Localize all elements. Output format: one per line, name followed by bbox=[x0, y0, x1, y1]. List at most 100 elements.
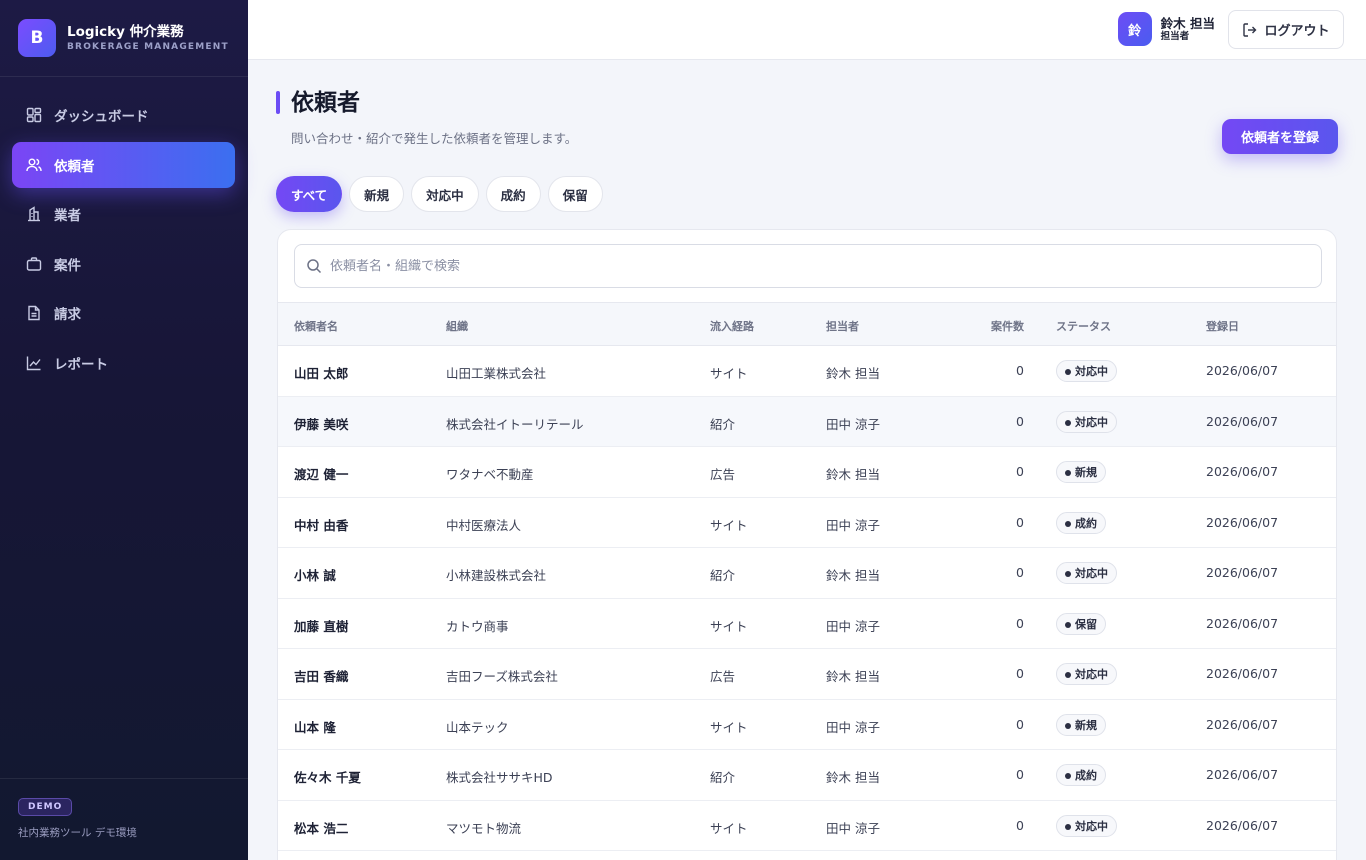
register-client-button[interactable]: 依頼者を登録 bbox=[1222, 119, 1338, 154]
client-registered-date: 2026/06/07 bbox=[1206, 363, 1279, 378]
user-menu[interactable]: 鈴 鈴木 担当 担当者 bbox=[1117, 12, 1215, 46]
column-header-owner[interactable]: 担当者 bbox=[826, 318, 859, 334]
client-organization: 株式会社イトーリテール bbox=[446, 416, 584, 432]
tab-all[interactable]: すべて bbox=[276, 176, 343, 212]
logout-label: ログアウト bbox=[1264, 24, 1330, 39]
dashboard-icon bbox=[26, 107, 42, 123]
client-owner: 田中 涼子 bbox=[826, 719, 880, 735]
client-case-count: 0 bbox=[1016, 514, 1024, 530]
client-case-count: 0 bbox=[1016, 817, 1024, 833]
table-row[interactable]: 伊藤 美咲 株式会社イトーリテール 紹介 田中 涼子 0 対応中 2026/06… bbox=[278, 396, 1336, 447]
sidebar-item-reports[interactable]: レポート bbox=[12, 340, 235, 386]
client-name[interactable]: 中村 由香 bbox=[294, 515, 348, 534]
client-name[interactable]: 吉田 香織 bbox=[294, 666, 348, 685]
brand-logo: B bbox=[18, 19, 56, 57]
top-header: 鈴 鈴木 担当 担当者 ログアウト bbox=[248, 0, 1366, 60]
client-registered-date: 2026/06/07 bbox=[1206, 767, 1279, 782]
client-owner: 鈴木 担当 bbox=[826, 669, 880, 684]
table-row[interactable]: 吉田 香織 吉田フーズ株式会社 広告 鈴木 担当 0 対応中 2026/06/0… bbox=[278, 649, 1336, 700]
table-header: 依頼者名 組織 流入経路 担当者 案件数 ステータス 登録日 bbox=[278, 302, 1336, 346]
sidebar-item-label: 案件 bbox=[54, 257, 81, 274]
sidebar-item-label: 業者 bbox=[54, 208, 81, 224]
client-owner: 鈴木 担当 bbox=[826, 568, 880, 583]
client-case-count: 0 bbox=[1016, 464, 1024, 479]
column-header-registered-date[interactable]: 登録日 bbox=[1206, 318, 1239, 334]
client-organization: 株式会社ササキHD bbox=[446, 770, 553, 785]
sidebar-footer: DEMO 社内業務ツール デモ環境 bbox=[0, 778, 248, 860]
client-name[interactable]: 松本 浩二 bbox=[294, 818, 348, 837]
table-row[interactable]: 渡辺 健一 ワタナベ不動産 広告 鈴木 担当 0 新規 2026/06/07 bbox=[278, 447, 1336, 498]
search-input[interactable] bbox=[330, 258, 1310, 274]
status-badge: 対応中 bbox=[1056, 360, 1117, 382]
client-organization: 中村医療法人 bbox=[446, 517, 522, 533]
client-name[interactable]: 小林 誠 bbox=[294, 565, 336, 584]
client-registered-date: 2026/06/07 bbox=[1206, 565, 1279, 580]
brand[interactable]: B Logicky 仲介業務 BROKERAGE MANAGEMENT bbox=[0, 0, 248, 77]
tab-in-progress[interactable]: 対応中 bbox=[411, 176, 479, 212]
client-owner: 鈴木 担当 bbox=[826, 770, 880, 785]
table-row[interactable]: 中村 由香 中村医療法人 サイト 田中 涼子 0 成約 2026/06/07 bbox=[278, 498, 1336, 548]
table-row[interactable]: 山本 隆 山本テック サイト 田中 涼子 0 新規 2026/06/07 bbox=[278, 700, 1336, 750]
client-name[interactable]: 佐々木 千夏 bbox=[294, 767, 361, 786]
client-source: サイト bbox=[710, 820, 748, 836]
clients-card: 依頼者名 組織 流入経路 担当者 案件数 ステータス 登録日 山田 太郎 山田工… bbox=[277, 229, 1337, 860]
page-heading: 依頼者 bbox=[276, 89, 360, 118]
sidebar-item-cases[interactable]: 案件 bbox=[12, 241, 235, 287]
tab-closed[interactable]: 成約 bbox=[485, 176, 541, 212]
column-header-name[interactable]: 依頼者名 bbox=[294, 318, 338, 334]
status-badge: 新規 bbox=[1056, 461, 1106, 483]
client-name[interactable]: 山田 太郎 bbox=[294, 363, 348, 382]
search-box[interactable] bbox=[294, 244, 1322, 288]
client-name[interactable]: 加藤 直樹 bbox=[294, 616, 348, 635]
tab-new[interactable]: 新規 bbox=[349, 176, 405, 212]
table-row[interactable]: 佐々木 千夏 株式会社ササキHD 紹介 鈴木 担当 0 成約 2026/06/0… bbox=[278, 750, 1336, 801]
status-badge: 対応中 bbox=[1056, 814, 1117, 837]
client-organization: 吉田フーズ株式会社 bbox=[446, 669, 558, 684]
briefcase-icon bbox=[26, 256, 42, 272]
client-registered-date: 2026/06/07 bbox=[1206, 716, 1279, 732]
logout-icon bbox=[1243, 22, 1257, 37]
client-name[interactable]: 山本 隆 bbox=[294, 717, 336, 736]
client-organization: カトウ商事 bbox=[446, 618, 509, 634]
client-registered-date: 2026/06/07 bbox=[1206, 464, 1279, 479]
status-badge: 成約 bbox=[1056, 764, 1106, 786]
table-row[interactable]: 小林 誠 小林建設株式会社 紹介 鈴木 担当 0 対応中 2026/06/07 bbox=[278, 548, 1336, 599]
client-organization: ワタナベ不動産 bbox=[446, 467, 534, 482]
column-header-case-count[interactable]: 案件数 bbox=[984, 318, 1024, 334]
client-case-count: 0 bbox=[1016, 716, 1024, 732]
client-registered-date: 2026/06/07 bbox=[1206, 666, 1279, 681]
client-owner: 田中 涼子 bbox=[826, 618, 880, 634]
building-icon bbox=[26, 206, 42, 222]
client-name[interactable]: 伊藤 美咲 bbox=[294, 414, 348, 433]
column-header-organization[interactable]: 組織 bbox=[446, 318, 468, 334]
client-name[interactable]: 渡辺 健一 bbox=[294, 464, 348, 483]
column-header-status[interactable]: ステータス bbox=[1056, 318, 1111, 334]
sidebar-item-vendors[interactable]: 業者 bbox=[12, 191, 235, 237]
logout-button[interactable]: ログアウト bbox=[1228, 10, 1344, 49]
sidebar-item-label: 依頼者 bbox=[54, 158, 95, 175]
table-row[interactable]: 山田 太郎 山田工業株式会社 サイト 鈴木 担当 0 対応中 2026/06/0… bbox=[278, 346, 1336, 397]
sidebar-item-label: 請求 bbox=[54, 307, 81, 323]
sidebar-item-dashboard[interactable]: ダッシュボード bbox=[12, 92, 235, 138]
client-owner: 田中 涼子 bbox=[826, 416, 880, 432]
table-row[interactable]: 松本 浩二 マツモト物流 サイト 田中 涼子 0 対応中 2026/06/07 bbox=[278, 801, 1336, 851]
status-badge: 対応中 bbox=[1056, 663, 1117, 685]
brand-subtitle: BROKERAGE MANAGEMENT bbox=[67, 41, 229, 52]
tab-on-hold[interactable]: 保留 bbox=[547, 176, 603, 212]
users-icon bbox=[26, 157, 42, 173]
client-registered-date: 2026/06/07 bbox=[1206, 615, 1279, 631]
client-registered-date: 2026/06/07 bbox=[1206, 413, 1279, 429]
client-source: 紹介 bbox=[710, 416, 736, 432]
column-header-source[interactable]: 流入経路 bbox=[710, 318, 754, 334]
table-body: 山田 太郎 山田工業株式会社 サイト 鈴木 担当 0 対応中 2026/06/0… bbox=[278, 346, 1336, 851]
sidebar-item-clients[interactable]: 依頼者 bbox=[12, 141, 235, 188]
sidebar-item-billing[interactable]: 請求 bbox=[12, 290, 235, 336]
client-source: 紹介 bbox=[710, 770, 736, 785]
client-source: 広告 bbox=[710, 467, 736, 482]
user-role: 担当者 bbox=[1160, 31, 1190, 42]
client-source: サイト bbox=[710, 719, 748, 735]
client-organization: 山田工業株式会社 bbox=[446, 366, 547, 381]
sidebar-item-label: ダッシュボード bbox=[54, 109, 149, 125]
table-row[interactable]: 加藤 直樹 カトウ商事 サイト 田中 涼子 0 保留 2026/06/07 bbox=[278, 599, 1336, 649]
client-source: 紹介 bbox=[710, 568, 736, 583]
